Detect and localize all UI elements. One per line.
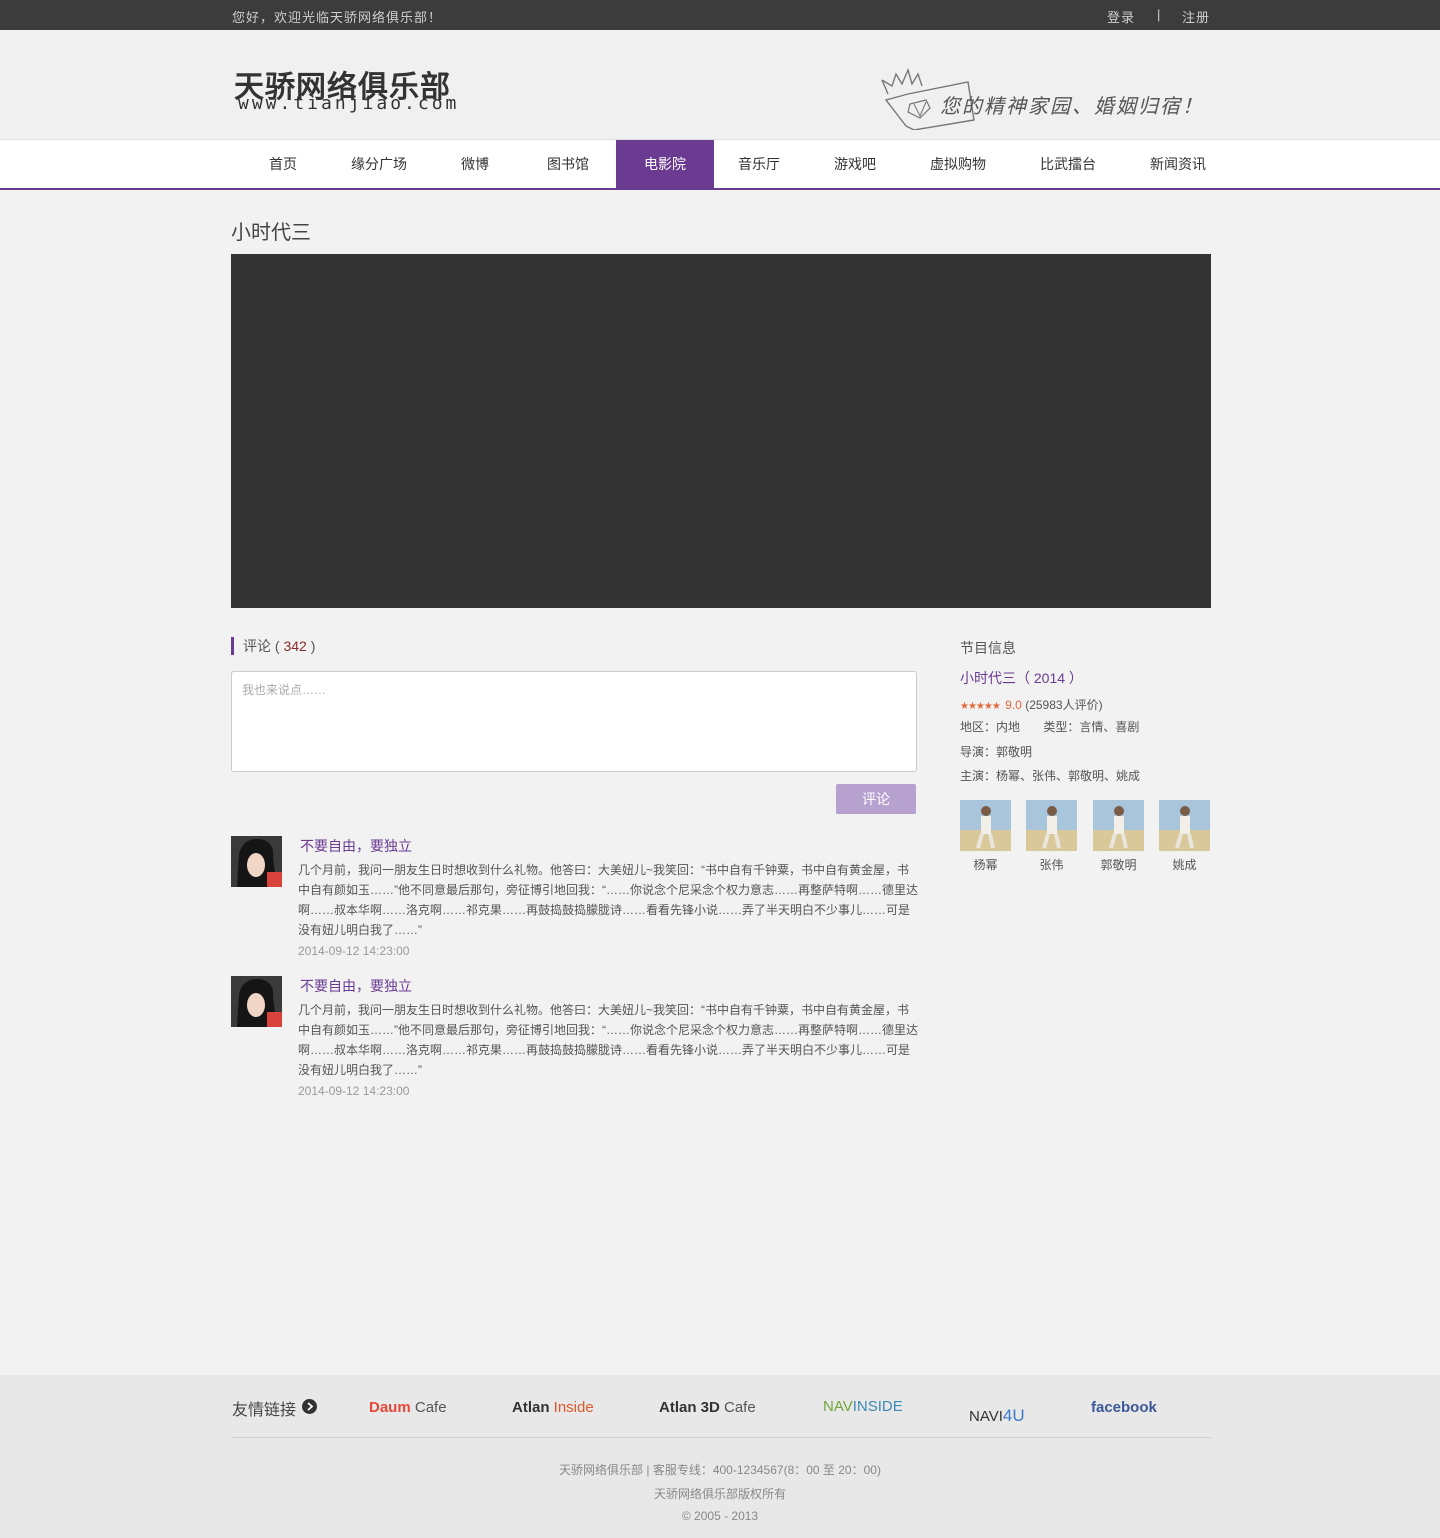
nav-item-cinema[interactable]: 电影院 xyxy=(616,140,714,188)
nav-item-library[interactable]: 图书馆 xyxy=(526,140,610,188)
partner-daum-cafe[interactable]: Daum Cafe xyxy=(369,1399,447,1416)
main-nav: 首页 缘分广场 微博 图书馆 电影院 音乐厅 游戏吧 虚拟购物 比武擂台 新闻资… xyxy=(0,140,1440,190)
site-logo-url[interactable]: www.tianjiao.com xyxy=(238,93,459,114)
program-year: （ 2014 ） xyxy=(1016,670,1083,686)
site-footer: 友情链接 Daum Cafe Atlan Inside Atlan 3D Caf… xyxy=(0,1375,1440,1538)
partner-navi4u-sub: 4U xyxy=(1002,1406,1025,1425)
partner-navi4u-mark: NAVI xyxy=(969,1408,1003,1425)
director: 导演：郭敬明 xyxy=(960,745,1033,759)
user-avatar[interactable] xyxy=(231,976,282,1027)
friend-links-label: 友情链接 xyxy=(232,1402,297,1419)
comment-timestamp: 2014-09-12 14:23:00 xyxy=(298,1084,410,1098)
cast-name: 郭敬明 xyxy=(1100,858,1137,872)
slogan-text: 您的精神家园、婚姻归宿！ xyxy=(940,94,1204,118)
cast-photo xyxy=(1159,800,1210,851)
login-link[interactable]: 登录 xyxy=(1107,7,1135,26)
cast-member[interactable]: 姚成 xyxy=(1159,800,1210,873)
partner-navi4u[interactable]: NAVI4U xyxy=(969,1406,1025,1426)
comment-username[interactable]: 不要自由，要独立 xyxy=(300,976,412,996)
cast-line: 主演：杨幂、张伟、郭敬明、姚成 xyxy=(960,769,1141,783)
comments-label: 评论 xyxy=(243,638,271,654)
welcome-text: 您好，欢迎光临天骄网络俱乐部！ xyxy=(232,10,443,25)
page-title: 小时代三 xyxy=(231,222,311,244)
footer-contact: 天骄网络俱乐部 | 客服专线：400-1234567(8：00 至 20：00) xyxy=(559,1463,881,1477)
comment-username[interactable]: 不要自由，要独立 xyxy=(300,836,412,856)
comments-heading: 评论 ( 342 ) xyxy=(231,637,315,655)
cast-photo-icon xyxy=(1026,800,1077,851)
nav-item-concert-hall[interactable]: 音乐厅 xyxy=(720,140,798,188)
cast-photo xyxy=(960,800,1011,851)
comments-paren-close: ) xyxy=(310,638,316,654)
partner-atlan-mark: Atlan xyxy=(512,1399,550,1416)
cast-photo xyxy=(1093,800,1144,851)
partner-facebook[interactable]: facebook xyxy=(1091,1399,1157,1416)
slogan: 您的精神家园、婚姻归宿！ xyxy=(878,60,1218,130)
region-genre: 地区：内地 类型：言情、喜剧 xyxy=(960,718,1139,735)
nav-item-news[interactable]: 新闻资讯 xyxy=(1134,140,1222,188)
comment-input[interactable] xyxy=(231,671,917,772)
footer-divider xyxy=(231,1437,1211,1438)
submit-comment-button[interactable]: 评论 xyxy=(836,784,916,814)
topbar-separator: | xyxy=(1157,7,1161,22)
avatar-photo-icon xyxy=(231,836,282,887)
video-player[interactable] xyxy=(231,254,1211,608)
partner-atlan-inside[interactable]: Atlan Inside xyxy=(512,1399,594,1416)
rating-stars-icon: ★★★★★ xyxy=(960,701,1001,712)
nav-item-home[interactable]: 首页 xyxy=(246,140,320,188)
cast-name: 杨幂 xyxy=(973,858,998,872)
cast-member[interactable]: 张伟 xyxy=(1026,800,1077,873)
cast-member[interactable]: 郭敬明 xyxy=(1093,800,1144,873)
site-header: 天骄网络俱乐部 www.tianjiao.com 您的精神家园、婚姻归宿！ xyxy=(0,30,1440,140)
comments-count: 342 xyxy=(283,638,307,654)
partner-daum-sub: Cafe xyxy=(410,1399,447,1416)
cast-photo-icon xyxy=(1159,800,1210,851)
cast-name: 张伟 xyxy=(1039,858,1064,872)
genre: 类型：言情、喜剧 xyxy=(1043,720,1140,734)
rating: ★★★★★ 9.0 (25983人评价) xyxy=(960,696,1103,713)
rating-score: 9.0 xyxy=(1005,698,1022,712)
partner-daum-mark: Daum xyxy=(369,1399,411,1416)
program-info-heading: 节目信息 xyxy=(960,640,1016,656)
partner-facebook-mark: facebook xyxy=(1091,1399,1157,1416)
comment-timestamp: 2014-09-12 14:23:00 xyxy=(298,944,410,958)
user-avatar[interactable] xyxy=(231,836,282,887)
comments-paren-open: ( xyxy=(274,638,280,654)
partner-atlan3d-mark: Atlan 3D xyxy=(659,1399,720,1416)
arrow-right-icon xyxy=(302,1399,317,1414)
comment-text: 几个月前，我问一朋友生日时想收到什么礼物。他答曰：大美妞儿~我笑回：“书中自有千… xyxy=(298,1003,918,1077)
program-title: 小时代三（ 2014 ） xyxy=(960,668,1083,688)
nav-item-fate-square[interactable]: 缘分广场 xyxy=(332,140,426,188)
nav-item-arena[interactable]: 比武擂台 xyxy=(1024,140,1112,188)
cast-photo-icon xyxy=(1093,800,1144,851)
nav-item-weibo[interactable]: 微博 xyxy=(440,140,510,188)
partner-atlan3d-sub: Cafe xyxy=(719,1399,756,1416)
partner-atlan3d-cafe[interactable]: Atlan 3D Cafe xyxy=(659,1399,756,1416)
cast-photo xyxy=(1026,800,1077,851)
region: 地区：内地 xyxy=(960,720,1021,734)
register-link[interactable]: 注册 xyxy=(1182,7,1210,26)
cast-name: 姚成 xyxy=(1172,858,1197,872)
program-name: 小时代三 xyxy=(960,670,1016,686)
nav-item-virtual-shopping[interactable]: 虚拟购物 xyxy=(914,140,1002,188)
comment-text: 几个月前，我问一朋友生日时想收到什么礼物。他答曰：大美妞儿~我笑回：“书中自有千… xyxy=(298,863,918,937)
partner-navinside-mark: NAV xyxy=(823,1398,853,1415)
cast-member[interactable]: 杨幂 xyxy=(960,800,1011,873)
footer-copyright-years: © 2005 - 2013 xyxy=(681,1509,759,1523)
avatar-photo-icon xyxy=(231,976,282,1027)
top-bar: 您好，欢迎光临天骄网络俱乐部！ 登录 | 注册 xyxy=(0,0,1440,30)
rating-reviews: (25983人评价) xyxy=(1025,698,1103,712)
partner-navinside[interactable]: NAVINSIDE xyxy=(823,1398,903,1415)
nav-item-game-bar[interactable]: 游戏吧 xyxy=(816,140,894,188)
cast-photo-icon xyxy=(960,800,1011,851)
partner-navinside-sub: INSIDE xyxy=(852,1398,903,1415)
partner-atlan-sub: Inside xyxy=(549,1399,594,1416)
footer-copyright-owner: 天骄网络俱乐部版权所有 xyxy=(653,1487,786,1501)
